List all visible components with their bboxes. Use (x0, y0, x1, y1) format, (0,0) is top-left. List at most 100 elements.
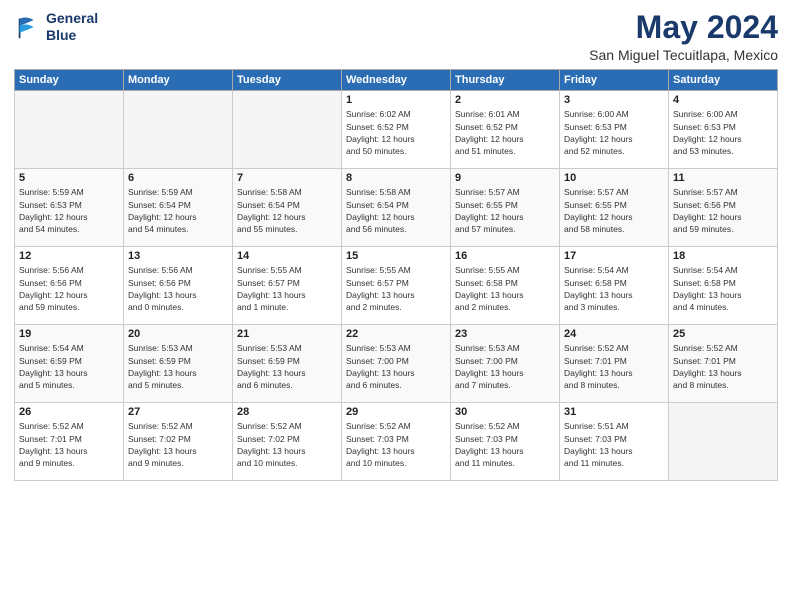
day-number: 21 (237, 328, 337, 340)
calendar-cell: 6 Sunrise: 5:59 AM Sunset: 6:54 PM Daylig… (124, 169, 233, 247)
calendar-cell: 19Sunrise: 5:54 AM Sunset: 6:59 PM Dayli… (15, 325, 124, 403)
calendar-cell: 30 Sunrise: 5:52 AM Sunset: 7:03 PM Dayli… (451, 403, 560, 481)
weekday-header-sunday: Sunday (15, 70, 124, 91)
calendar-cell: 7 Sunrise: 5:58 AM Sunset: 6:54 PM Daylig… (233, 169, 342, 247)
week-row-4: 19Sunrise: 5:54 AM Sunset: 6:59 PM Dayli… (15, 325, 778, 403)
day-info: Sunrise: 5:52 AM Sunset: 7:02 PM Dayligh… (128, 420, 228, 469)
week-row-5: 26 Sunrise: 5:52 AM Sunset: 7:01 PM Dayli… (15, 403, 778, 481)
calendar-cell: 18 Sunrise: 5:54 AM Sunset: 6:58 PM Dayli… (669, 247, 778, 325)
calendar-cell: 12Sunrise: 5:56 AM Sunset: 6:56 PM Dayli… (15, 247, 124, 325)
day-info: Sunrise: 6:00 AM Sunset: 6:53 PM Dayligh… (673, 108, 773, 157)
day-number: 14 (237, 250, 337, 262)
calendar-cell: 11Sunrise: 5:57 AM Sunset: 6:56 PM Dayli… (669, 169, 778, 247)
calendar-cell: 27 Sunrise: 5:52 AM Sunset: 7:02 PM Dayli… (124, 403, 233, 481)
day-info: Sunrise: 6:00 AM Sunset: 6:53 PM Dayligh… (564, 108, 664, 157)
calendar-cell: 3 Sunrise: 6:00 AM Sunset: 6:53 PM Daylig… (560, 91, 669, 169)
day-number: 24 (564, 328, 664, 340)
day-number: 6 (128, 172, 228, 184)
calendar-cell: 14 Sunrise: 5:55 AM Sunset: 6:57 PM Dayli… (233, 247, 342, 325)
week-row-2: 5 Sunrise: 5:59 AM Sunset: 6:53 PM Daylig… (15, 169, 778, 247)
logo-text: General Blue (46, 10, 98, 44)
calendar-cell: 9Sunrise: 5:57 AM Sunset: 6:55 PM Daylig… (451, 169, 560, 247)
day-info: Sunrise: 5:55 AM Sunset: 6:57 PM Dayligh… (237, 264, 337, 313)
day-number: 19 (19, 328, 119, 340)
calendar-cell: 1 Sunrise: 6:02 AM Sunset: 6:52 PM Daylig… (342, 91, 451, 169)
calendar-cell (15, 91, 124, 169)
day-number: 8 (346, 172, 446, 184)
header: General Blue May 2024 San Miguel Tecuitl… (14, 10, 778, 63)
weekday-header-wednesday: Wednesday (342, 70, 451, 91)
page: General Blue May 2024 San Miguel Tecuitl… (0, 0, 792, 612)
day-number: 31 (564, 406, 664, 418)
calendar-cell: 28Sunrise: 5:52 AM Sunset: 7:02 PM Dayli… (233, 403, 342, 481)
day-info: Sunrise: 5:51 AM Sunset: 7:03 PM Dayligh… (564, 420, 664, 469)
calendar-cell: 13 Sunrise: 5:56 AM Sunset: 6:56 PM Dayli… (124, 247, 233, 325)
day-number: 29 (346, 406, 446, 418)
calendar-cell: 24 Sunrise: 5:52 AM Sunset: 7:01 PM Dayli… (560, 325, 669, 403)
day-info: Sunrise: 5:53 AM Sunset: 7:00 PM Dayligh… (346, 342, 446, 391)
day-number: 13 (128, 250, 228, 262)
calendar-cell (669, 403, 778, 481)
subtitle: San Miguel Tecuitlapa, Mexico (589, 47, 778, 63)
calendar-cell (233, 91, 342, 169)
day-info: Sunrise: 5:55 AM Sunset: 6:57 PM Dayligh… (346, 264, 446, 313)
day-number: 1 (346, 94, 446, 106)
day-number: 12 (19, 250, 119, 262)
day-info: Sunrise: 5:56 AM Sunset: 6:56 PM Dayligh… (128, 264, 228, 313)
day-info: Sunrise: 5:58 AM Sunset: 6:54 PM Dayligh… (237, 186, 337, 235)
day-info: Sunrise: 5:59 AM Sunset: 6:53 PM Dayligh… (19, 186, 119, 235)
day-info: Sunrise: 6:01 AM Sunset: 6:52 PM Dayligh… (455, 108, 555, 157)
day-number: 10 (564, 172, 664, 184)
logo-icon (14, 13, 42, 41)
day-number: 17 (564, 250, 664, 262)
weekday-header-saturday: Saturday (669, 70, 778, 91)
day-info: Sunrise: 5:54 AM Sunset: 6:58 PM Dayligh… (673, 264, 773, 313)
day-info: Sunrise: 5:52 AM Sunset: 7:01 PM Dayligh… (673, 342, 773, 391)
calendar-cell: 22Sunrise: 5:53 AM Sunset: 7:00 PM Dayli… (342, 325, 451, 403)
calendar-cell: 23Sunrise: 5:53 AM Sunset: 7:00 PM Dayli… (451, 325, 560, 403)
day-number: 3 (564, 94, 664, 106)
calendar-cell: 31 Sunrise: 5:51 AM Sunset: 7:03 PM Dayli… (560, 403, 669, 481)
calendar-cell: 20Sunrise: 5:53 AM Sunset: 6:59 PM Dayli… (124, 325, 233, 403)
day-info: Sunrise: 5:53 AM Sunset: 6:59 PM Dayligh… (237, 342, 337, 391)
day-number: 5 (19, 172, 119, 184)
day-info: Sunrise: 6:02 AM Sunset: 6:52 PM Dayligh… (346, 108, 446, 157)
calendar-cell: 17Sunrise: 5:54 AM Sunset: 6:58 PM Dayli… (560, 247, 669, 325)
day-number: 25 (673, 328, 773, 340)
day-number: 7 (237, 172, 337, 184)
day-info: Sunrise: 5:52 AM Sunset: 7:03 PM Dayligh… (346, 420, 446, 469)
day-number: 27 (128, 406, 228, 418)
calendar-cell: 8 Sunrise: 5:58 AM Sunset: 6:54 PM Daylig… (342, 169, 451, 247)
day-number: 30 (455, 406, 555, 418)
calendar-cell: 26 Sunrise: 5:52 AM Sunset: 7:01 PM Dayli… (15, 403, 124, 481)
calendar-cell: 25 Sunrise: 5:52 AM Sunset: 7:01 PM Dayli… (669, 325, 778, 403)
main-title: May 2024 (589, 10, 778, 45)
calendar-cell: 4Sunrise: 6:00 AM Sunset: 6:53 PM Daylig… (669, 91, 778, 169)
title-block: May 2024 San Miguel Tecuitlapa, Mexico (589, 10, 778, 63)
day-number: 26 (19, 406, 119, 418)
calendar-cell: 5 Sunrise: 5:59 AM Sunset: 6:53 PM Daylig… (15, 169, 124, 247)
day-number: 18 (673, 250, 773, 262)
day-number: 11 (673, 172, 773, 184)
day-number: 15 (346, 250, 446, 262)
day-info: Sunrise: 5:52 AM Sunset: 7:01 PM Dayligh… (19, 420, 119, 469)
weekday-header-monday: Monday (124, 70, 233, 91)
day-info: Sunrise: 5:58 AM Sunset: 6:54 PM Dayligh… (346, 186, 446, 235)
day-info: Sunrise: 5:57 AM Sunset: 6:55 PM Dayligh… (455, 186, 555, 235)
weekday-header-friday: Friday (560, 70, 669, 91)
calendar-cell (124, 91, 233, 169)
day-info: Sunrise: 5:52 AM Sunset: 7:03 PM Dayligh… (455, 420, 555, 469)
day-info: Sunrise: 5:59 AM Sunset: 6:54 PM Dayligh… (128, 186, 228, 235)
week-row-3: 12 Sunrise: 5:56 AM Sunset: 6:56 PM Dayli… (15, 247, 778, 325)
calendar-table: SundayMondayTuesdayWednesdayThursdayFrid… (14, 69, 778, 481)
calendar-cell: 29 Sunrise: 5:52 AM Sunset: 7:03 PM Dayli… (342, 403, 451, 481)
calendar-cell: 15 Sunrise: 5:55 AM Sunset: 6:57 PM Dayli… (342, 247, 451, 325)
calendar-cell: 21 Sunrise: 5:53 AM Sunset: 6:59 PM Dayli… (233, 325, 342, 403)
day-number: 16 (455, 250, 555, 262)
day-info: Sunrise: 5:55 AM Sunset: 6:58 PM Dayligh… (455, 264, 555, 313)
day-number: 28 (237, 406, 337, 418)
weekday-header-thursday: Thursday (451, 70, 560, 91)
calendar-cell: 16 Sunrise: 5:55 AM Sunset: 6:58 PM Dayli… (451, 247, 560, 325)
day-info: Sunrise: 5:52 AM Sunset: 7:01 PM Dayligh… (564, 342, 664, 391)
calendar-cell: 10Sunrise: 5:57 AM Sunset: 6:55 PM Dayli… (560, 169, 669, 247)
